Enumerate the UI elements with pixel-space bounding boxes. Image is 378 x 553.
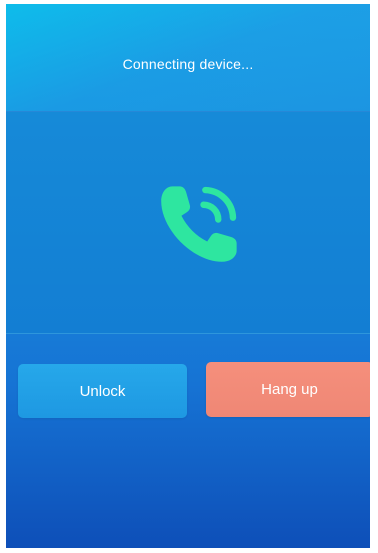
phone-call-icon — [161, 186, 237, 262]
unlock-button[interactable]: Unlock — [18, 364, 187, 418]
hang-up-button[interactable]: Hang up — [206, 362, 370, 417]
call-panel — [6, 111, 370, 334]
intercom-screen: Connecting device... Unlock Hang up — [6, 4, 370, 548]
connection-status-text: Connecting device... — [122, 56, 254, 72]
device-frame: Connecting device... Unlock Hang up — [0, 0, 378, 553]
